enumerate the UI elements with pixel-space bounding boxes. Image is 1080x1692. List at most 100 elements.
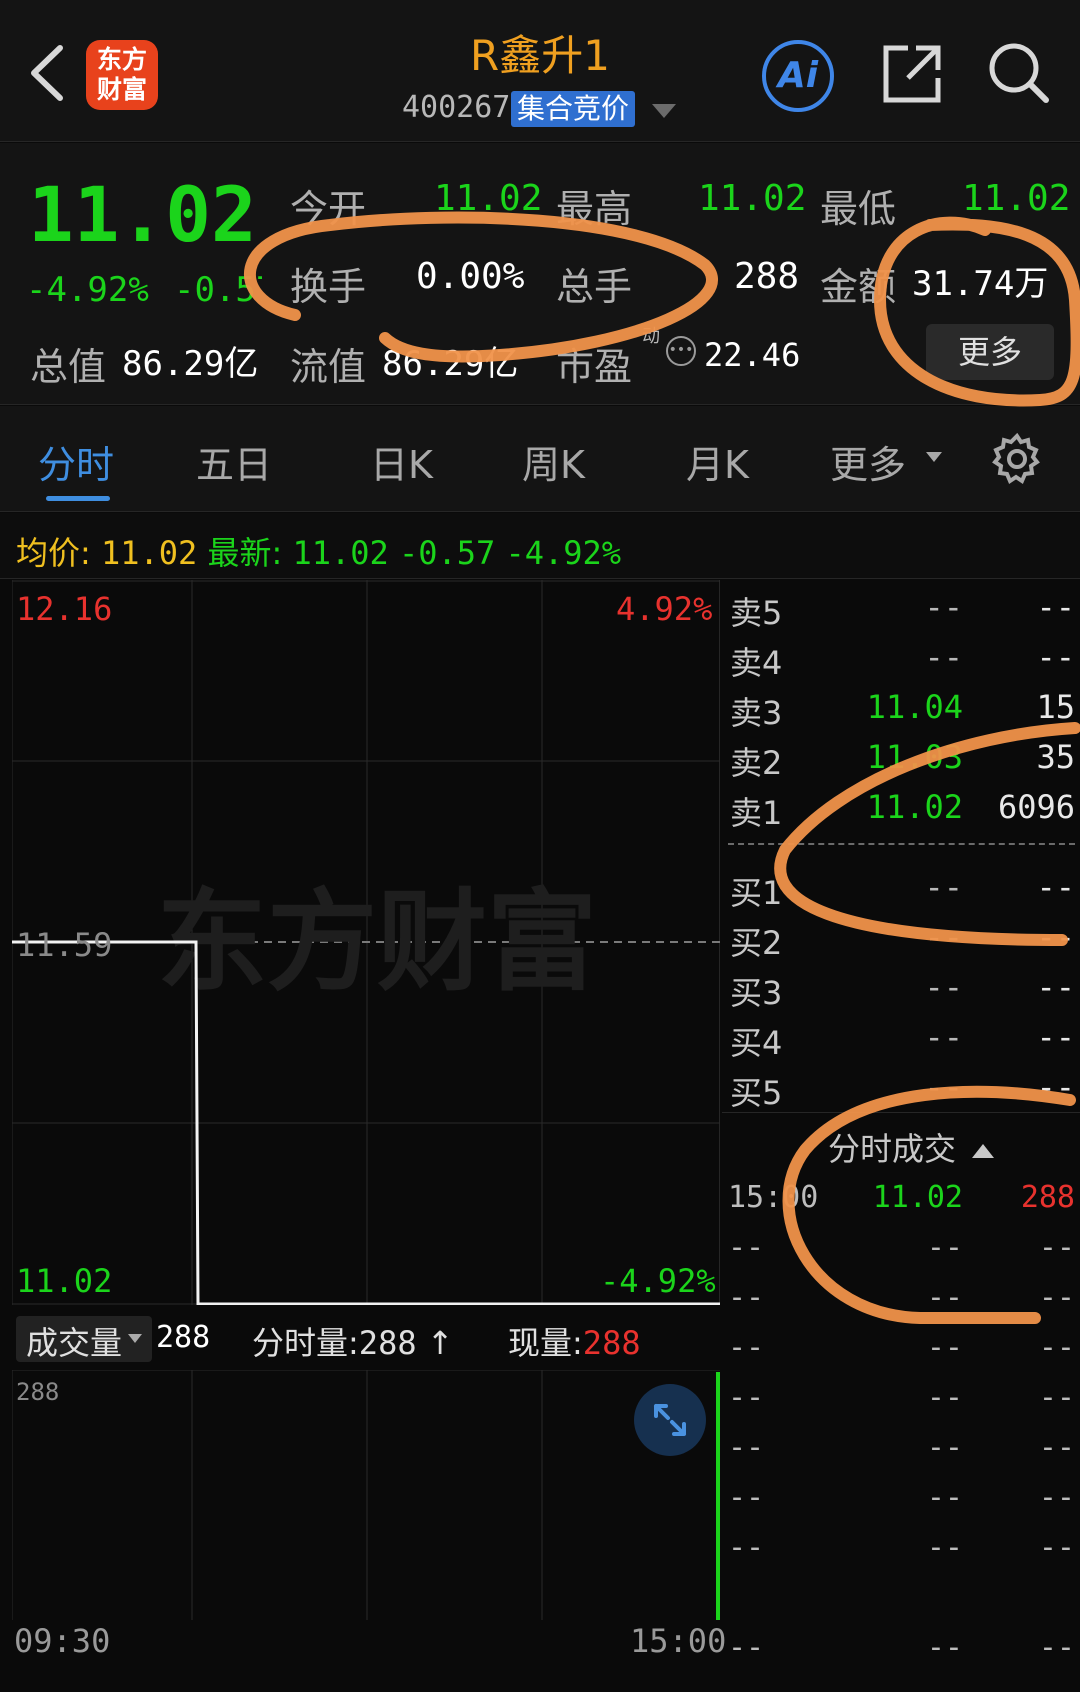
time-axis-end: 15:00: [630, 1622, 727, 1660]
ai-label: Ai: [777, 55, 819, 96]
intraday-chart-svg: 东方财富: [11, 580, 720, 1306]
trade-price: --: [926, 1630, 963, 1665]
search-icon: [989, 43, 1049, 103]
bid-price: --: [924, 868, 963, 906]
gear-icon: [992, 432, 1040, 484]
avg-price-value: 11.02: [100, 534, 198, 572]
turnover-label: 换手: [290, 265, 367, 309]
trade-row: -- -- --: [728, 1530, 1075, 1574]
ask-level-label: 卖1: [730, 794, 783, 832]
expand-chart-button[interactable]: [634, 1384, 706, 1456]
current-volume-readout: 现量:288: [508, 1318, 641, 1364]
chart-watermark: 东方财富: [157, 878, 597, 1006]
minute-volume-value: 288: [358, 1324, 417, 1362]
status-badge[interactable]: 集合竞价: [511, 91, 636, 127]
ask-price: --: [924, 638, 963, 676]
trade-time: --: [728, 1380, 765, 1415]
quote-more-button[interactable]: 更多: [926, 324, 1054, 380]
volume-chart[interactable]: [11, 1369, 720, 1620]
ask-row-3: 卖3 11.04 15: [730, 688, 1075, 732]
tab-daily-k[interactable]: 日K: [370, 434, 433, 489]
volume-selector-label: 成交量: [26, 1324, 123, 1362]
chevron-left-icon: [31, 45, 63, 101]
trade-time: --: [728, 1630, 765, 1665]
change-amount: -0.57: [174, 270, 262, 310]
trade-volume: --: [1038, 1430, 1075, 1465]
turnover-value: 0.00%: [416, 256, 525, 297]
trade-row: -- -- --: [728, 1630, 1075, 1674]
trade-volume: --: [1038, 1230, 1075, 1265]
trade-price: --: [926, 1530, 963, 1565]
trade-volume: 288: [1020, 1180, 1075, 1215]
tab-intraday[interactable]: 分时: [38, 434, 114, 489]
badge-dropdown-icon[interactable]: [652, 104, 676, 118]
ask-level-label: 卖2: [730, 744, 783, 782]
time-axis-start: 09:30: [14, 1622, 111, 1660]
current-price: 11.02: [28, 170, 257, 259]
trade-time: --: [728, 1280, 765, 1315]
ask-row-1: 卖1 11.02 6096: [730, 788, 1075, 832]
trades-collapse-icon: [972, 1144, 995, 1158]
trade-row: -- -- --: [728, 1280, 1075, 1324]
amount-label: 金额: [820, 265, 897, 309]
tab-monthly-k[interactable]: 月K: [686, 434, 749, 489]
tab-weekly-k[interactable]: 周K: [522, 434, 585, 489]
current-volume-label: 现量:: [508, 1324, 583, 1362]
trade-time: --: [728, 1530, 765, 1565]
active-tab-indicator: [46, 496, 110, 501]
trade-volume: --: [1038, 1330, 1075, 1365]
bid-level-label: 买2: [730, 924, 783, 962]
ask-qty: --: [1036, 638, 1075, 676]
intraday-chart[interactable]: 东方财富: [11, 580, 720, 1306]
trades-header[interactable]: 分时成交: [828, 1124, 995, 1170]
volume-label: 总手: [556, 265, 633, 309]
volume-indicator-selector[interactable]: 成交量: [16, 1316, 152, 1362]
trade-time: --: [728, 1430, 765, 1465]
ask-qty: --: [1036, 588, 1075, 626]
bid-qty: --: [1036, 1018, 1075, 1056]
trade-row: -- -- --: [728, 1230, 1075, 1274]
bid-row-4: 买4 -- --: [730, 1018, 1075, 1062]
ask-price: --: [924, 588, 963, 626]
trade-volume: --: [1038, 1630, 1075, 1665]
up-arrow-icon: ↑: [416, 1324, 454, 1362]
tab-more[interactable]: 更多: [830, 434, 906, 489]
expand-icon: [654, 1404, 686, 1436]
pe-info-icon[interactable]: •••: [666, 336, 696, 366]
pe-value: 22.46: [704, 336, 801, 374]
total-mv-value: 86.29亿: [122, 344, 259, 384]
share-button[interactable]: [880, 42, 944, 106]
trade-price: --: [926, 1230, 963, 1265]
ai-assistant-button[interactable]: Ai: [762, 40, 834, 112]
low-label: 最低: [820, 187, 897, 231]
chart-top-price: 12.16: [16, 590, 113, 628]
logo-text-line2: 财富: [96, 75, 147, 104]
price-summary-row: 均价: 11.02 最新: 11.02 -0.57 -4.92%: [16, 528, 621, 574]
trades-title: 分时成交: [828, 1130, 957, 1168]
logo-text-line1: 东方: [96, 45, 147, 74]
bid-qty: --: [1036, 1068, 1075, 1106]
trade-price: --: [926, 1430, 963, 1465]
trade-price: 11.02: [872, 1180, 963, 1215]
back-button[interactable]: [22, 40, 72, 106]
trade-volume: --: [1038, 1480, 1075, 1515]
chart-settings-button[interactable]: [990, 432, 1044, 486]
app-logo[interactable]: 东方 财富: [86, 40, 158, 110]
bid-price: --: [924, 968, 963, 1006]
search-button[interactable]: [986, 40, 1052, 106]
total-mv-label: 总值: [30, 345, 107, 389]
trade-time: --: [728, 1230, 765, 1265]
stock-code: 400267: [402, 90, 511, 125]
latest-value: 11.02: [292, 534, 389, 572]
trade-time: 15:00: [728, 1180, 819, 1215]
trade-price: --: [926, 1480, 963, 1515]
share-icon: [883, 45, 941, 103]
volume-chart-svg: [11, 1369, 720, 1620]
minute-volume-label: 分时量:: [252, 1324, 359, 1362]
amount-value: 31.74万: [912, 264, 1049, 304]
trade-volume: --: [1038, 1530, 1075, 1565]
trade-price: --: [926, 1280, 963, 1315]
tab-five-day[interactable]: 五日: [196, 434, 272, 489]
chart-mid-price: 11.59: [16, 926, 113, 964]
latest-label: 最新:: [207, 534, 283, 572]
